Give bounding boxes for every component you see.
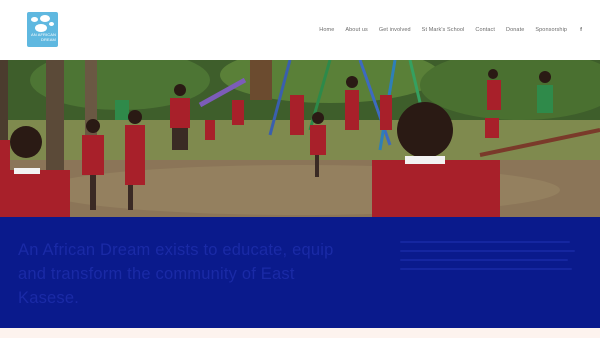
nav-home[interactable]: Home xyxy=(319,27,334,33)
speech-bubble-icon xyxy=(35,24,47,32)
nav-get-involved[interactable]: Get involved xyxy=(379,27,411,33)
nav-donate[interactable]: Donate xyxy=(506,27,524,33)
speech-bubble-icon xyxy=(40,15,50,22)
hero-photo xyxy=(0,60,600,217)
nav-sponsorship[interactable]: Sponsorship xyxy=(535,27,567,33)
nav-st-marks-school[interactable]: St Mark's School xyxy=(422,27,465,33)
faint-text-line xyxy=(400,250,575,252)
site-header: An African Dream Home About us Get invol… xyxy=(0,0,600,60)
faint-text-line xyxy=(400,259,568,261)
hero-image xyxy=(0,60,600,217)
site-logo[interactable]: An African Dream xyxy=(27,12,58,47)
faint-text-line xyxy=(400,268,572,270)
mission-statement: An African Dream exists to educate, equi… xyxy=(18,241,334,307)
facebook-icon[interactable]: f xyxy=(580,27,582,33)
faint-text-line xyxy=(400,241,570,243)
nav-about-us[interactable]: About us xyxy=(345,27,368,33)
next-section-edge xyxy=(0,328,600,338)
nav-contact[interactable]: Contact xyxy=(475,27,495,33)
mission-banner: An African Dream exists to educate, equi… xyxy=(0,217,600,328)
main-nav: Home About us Get involved St Mark's Sch… xyxy=(319,24,582,36)
logo-text: An African Dream xyxy=(30,32,56,42)
speech-bubble-icon xyxy=(31,17,38,22)
speech-bubble-icon xyxy=(49,22,54,26)
